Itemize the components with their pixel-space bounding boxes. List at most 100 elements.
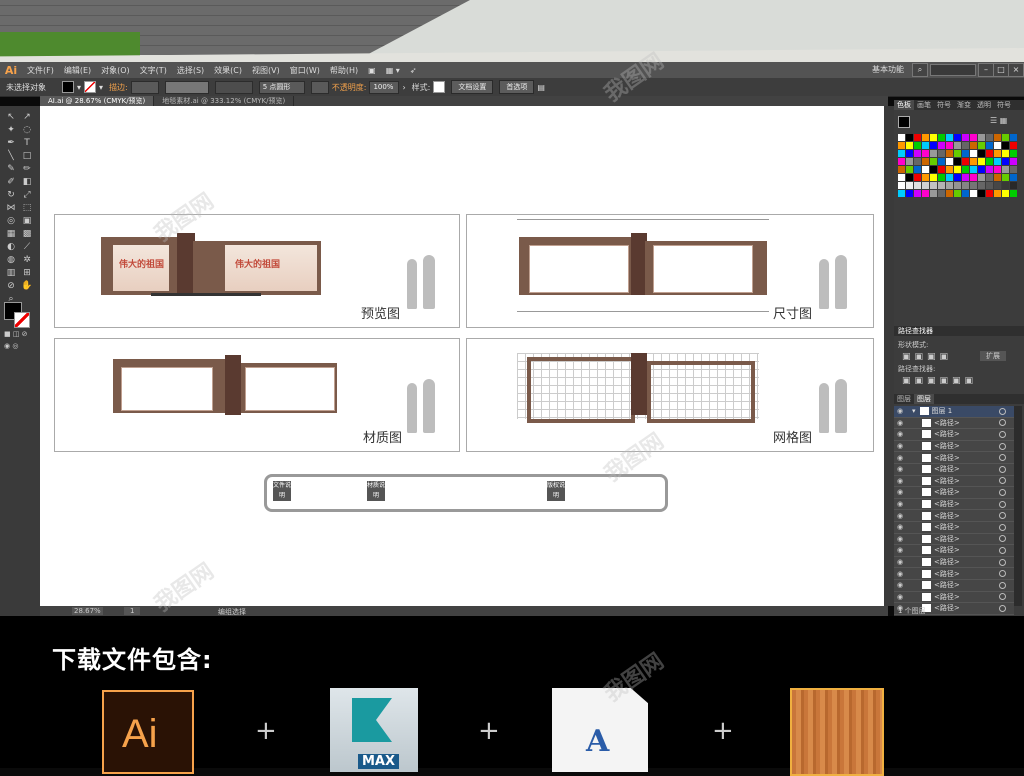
hand-tool-icon[interactable]: ✋	[20, 281, 34, 292]
target-icon[interactable]	[999, 465, 1006, 473]
color-swatch[interactable]	[962, 190, 969, 197]
color-swatch[interactable]	[954, 158, 961, 165]
eye-icon[interactable]: ◉	[894, 570, 906, 578]
layer-row[interactable]: ◉ <路径>	[894, 487, 1014, 499]
color-swatch[interactable]	[1002, 190, 1009, 197]
color-swatch[interactable]	[1002, 174, 1009, 181]
fill-swatch[interactable]	[62, 81, 74, 93]
color-swatch[interactable]	[978, 190, 985, 197]
color-swatch[interactable]	[938, 182, 945, 189]
color-swatch[interactable]	[938, 158, 945, 165]
eye-icon[interactable]: ◉	[894, 581, 906, 589]
free-transform-icon[interactable]: ⬚	[20, 203, 34, 214]
style-swatch[interactable]	[310, 80, 329, 94]
draw-mode-icons[interactable]: ◉ ◎	[4, 342, 34, 350]
pathfinder-icons[interactable]: ▣▣▣▣▣▣	[902, 376, 977, 386]
blob-brush-icon[interactable]: ✐	[4, 177, 18, 188]
color-mode-icons[interactable]: ■ ◫ ⊘	[4, 330, 34, 338]
color-swatch[interactable]	[994, 182, 1001, 189]
layer-row[interactable]: ◉ <路径>	[894, 545, 1014, 557]
color-swatch[interactable]	[970, 142, 977, 149]
arrange-icon[interactable]: ▦ ▾	[381, 66, 405, 75]
color-swatch[interactable]	[898, 166, 905, 173]
list-view-icon[interactable]: ☰ ▦	[990, 116, 1007, 125]
color-swatch[interactable]	[1002, 182, 1009, 189]
color-swatch[interactable]	[986, 190, 993, 197]
target-icon[interactable]	[999, 558, 1006, 566]
color-swatch[interactable]	[938, 142, 945, 149]
color-swatch[interactable]	[962, 158, 969, 165]
color-swatch[interactable]	[954, 190, 961, 197]
graphic-style-swatch[interactable]	[433, 81, 446, 93]
color-swatch[interactable]	[938, 166, 945, 173]
color-swatch[interactable]	[978, 182, 985, 189]
rotate-tool-icon[interactable]: ↻	[4, 190, 18, 201]
color-swatch[interactable]	[962, 150, 969, 157]
color-swatch[interactable]	[962, 166, 969, 173]
color-swatch[interactable]	[978, 134, 985, 141]
layers-scrollbar[interactable]	[1014, 406, 1022, 606]
color-swatch[interactable]	[898, 142, 905, 149]
color-swatch[interactable]	[930, 142, 937, 149]
tab-symbols-2[interactable]: 符号	[994, 100, 1014, 110]
menu-object[interactable]: 对象(O)	[96, 65, 135, 76]
eye-icon[interactable]: ◉	[894, 465, 906, 473]
eye-icon[interactable]: ◉	[894, 477, 906, 485]
more-options-icon[interactable]: ▤	[537, 83, 545, 92]
close-button[interactable]: ×	[1008, 63, 1024, 77]
shape-mode-icons[interactable]: ▣▣▣▣	[902, 352, 952, 362]
eye-icon[interactable]: ◉	[894, 558, 906, 566]
eye-icon[interactable]: ◉	[894, 419, 906, 427]
stroke-label[interactable]: 描边:	[109, 82, 128, 93]
target-icon[interactable]	[999, 546, 1006, 554]
target-icon[interactable]	[999, 500, 1006, 508]
color-swatch[interactable]	[994, 158, 1001, 165]
color-swatch[interactable]	[946, 158, 953, 165]
tab-layers-a[interactable]: 图层	[894, 394, 914, 404]
target-icon[interactable]	[999, 593, 1006, 601]
color-swatch[interactable]	[954, 142, 961, 149]
color-swatch[interactable]	[1002, 166, 1009, 173]
tab-ai-document[interactable]: AI.ai @ 28.67% (CMYK/预览)	[40, 96, 155, 106]
color-swatch[interactable]	[922, 150, 929, 157]
vertical-scrollbar[interactable]	[884, 106, 894, 606]
variable-width[interactable]	[214, 80, 253, 94]
document-setup-button[interactable]: 文档设置	[451, 80, 494, 94]
color-swatch[interactable]	[970, 190, 977, 197]
color-swatch[interactable]	[994, 134, 1001, 141]
slice-tool-icon[interactable]: ⊘	[4, 281, 18, 292]
color-swatch[interactable]	[922, 182, 929, 189]
target-icon[interactable]	[999, 604, 1006, 612]
direct-selection-tool-icon[interactable]: ↗	[20, 112, 34, 123]
shape-builder-icon[interactable]: ◎	[4, 216, 18, 227]
eye-icon[interactable]: ◉	[894, 535, 906, 543]
artboard-materials[interactable]: 材质图	[54, 338, 460, 452]
color-swatch[interactable]	[946, 190, 953, 197]
color-swatch[interactable]	[930, 166, 937, 173]
artboard-grid[interactable]: 网格图	[466, 338, 874, 452]
search-field[interactable]: ⌕	[912, 63, 928, 77]
color-swatch[interactable]	[930, 190, 937, 197]
layer-row[interactable]: ◉ <路径>	[894, 579, 1014, 592]
layer-group-row[interactable]: ◉ ▾ 图层 1	[894, 406, 1014, 418]
color-swatch[interactable]	[994, 150, 1001, 157]
color-swatch[interactable]	[962, 134, 969, 141]
tab-carpet-document[interactable]: 地毯素材.ai @ 333.12% (CMYK/预览)	[154, 96, 295, 106]
color-swatch[interactable]	[914, 158, 921, 165]
color-swatch[interactable]	[906, 182, 913, 189]
document-canvas[interactable]: 伟大的祖国 伟大的祖国 预览图 尺寸图 材质图 网格图 文件说明 材质说明 版权…	[40, 106, 888, 606]
color-swatch[interactable]	[986, 166, 993, 173]
color-swatch[interactable]	[946, 166, 953, 173]
color-swatch[interactable]	[994, 142, 1001, 149]
color-swatch[interactable]	[954, 134, 961, 141]
color-swatch[interactable]	[938, 174, 945, 181]
tab-symbols[interactable]: 符号	[934, 100, 954, 110]
color-swatch[interactable]	[906, 134, 913, 141]
color-swatch[interactable]	[922, 134, 929, 141]
menu-type[interactable]: 文字(T)	[135, 65, 172, 76]
eye-icon[interactable]: ◉	[894, 546, 906, 554]
menu-help[interactable]: 帮助(H)	[325, 65, 363, 76]
stroke-swatch[interactable]	[84, 81, 97, 93]
menu-file[interactable]: 文件(F)	[22, 65, 59, 76]
color-swatch[interactable]	[978, 174, 985, 181]
